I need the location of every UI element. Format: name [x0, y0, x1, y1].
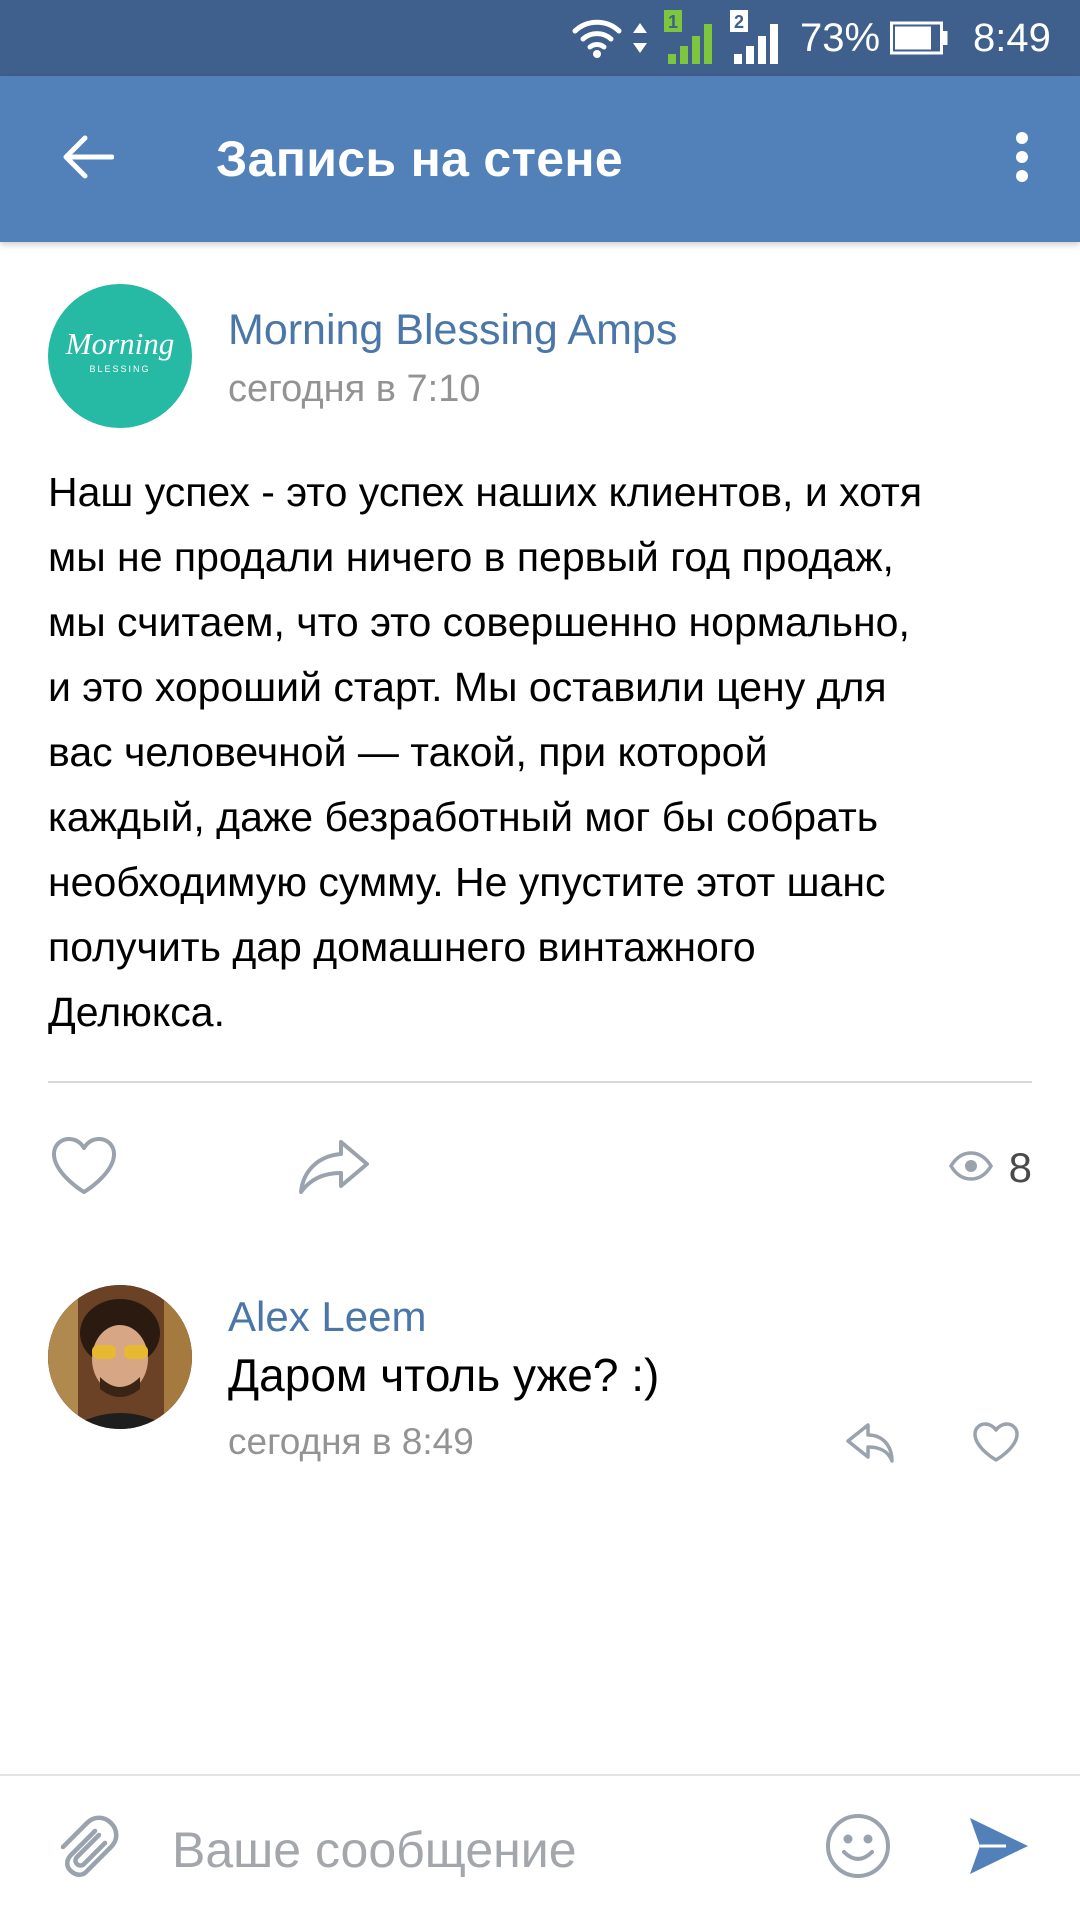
app-bar: Запись на стене	[0, 76, 1080, 242]
post-text: Наш успех - это успех наших клиентов, и …	[48, 469, 923, 1035]
signal-sim1-icon: 1	[664, 0, 720, 76]
group-name-link[interactable]: Morning Blessing Amps	[228, 306, 677, 355]
status-time: 8:49	[973, 16, 1051, 60]
battery-percent: 73%	[800, 16, 881, 60]
views-counter: 8	[948, 1140, 1032, 1196]
comment-author-link[interactable]: Alex Leem	[228, 1293, 426, 1341]
post-timestamp: сегодня в 7:10	[228, 368, 481, 410]
commenter-avatar[interactable]	[48, 1285, 192, 1429]
comment-timestamp: сегодня в 8:49	[228, 1421, 474, 1462]
data-arrows-icon	[630, 0, 650, 76]
logo-text: Morning	[65, 326, 175, 361]
share-arrow-icon	[297, 1138, 371, 1199]
smiley-icon	[824, 1812, 892, 1885]
like-button[interactable]	[48, 1136, 120, 1200]
more-vert-icon	[1015, 131, 1029, 188]
paperclip-icon	[51, 1813, 121, 1888]
group-avatar[interactable]: Morning BLESSING	[48, 284, 192, 428]
emoji-button[interactable]	[820, 1810, 896, 1886]
share-button[interactable]	[296, 1136, 372, 1200]
wifi-icon	[572, 0, 622, 76]
comment-text: Даром чтоль уже? :)	[228, 1349, 660, 1401]
back-button[interactable]	[52, 126, 124, 192]
signal-sim2-icon: 2	[730, 0, 786, 76]
back-arrow-icon	[62, 134, 115, 185]
reply-button[interactable]	[840, 1419, 900, 1469]
group-logo: Morning BLESSING	[65, 326, 175, 374]
status-bar: 1 2 73% 8:49	[0, 0, 1080, 76]
heart-outline-icon	[972, 1421, 1020, 1468]
logo-subtext: BLESSING	[89, 364, 150, 374]
reply-icon	[844, 1421, 896, 1468]
send-button[interactable]	[960, 1810, 1036, 1886]
comment-like-button[interactable]	[968, 1419, 1024, 1469]
sim2-label: 2	[734, 12, 744, 32]
more-options-button[interactable]	[992, 124, 1052, 194]
heart-outline-icon	[50, 1136, 118, 1201]
sim1-label: 1	[668, 12, 678, 32]
battery-icon	[890, 0, 950, 76]
comment-item: Alex Leem Даром чтоль уже? :) сегодня в …	[0, 1285, 1080, 1465]
page-title: Запись на стене	[216, 131, 624, 187]
post-header: Morning BLESSING Morning Blessing Amps с…	[0, 280, 1080, 430]
message-composer	[0, 1774, 1080, 1922]
message-input[interactable]	[170, 1806, 774, 1894]
views-count: 8	[1008, 1144, 1032, 1191]
divider	[48, 1081, 1032, 1083]
attach-button[interactable]	[48, 1812, 124, 1888]
send-icon	[966, 1814, 1030, 1883]
eye-icon	[948, 1150, 993, 1186]
